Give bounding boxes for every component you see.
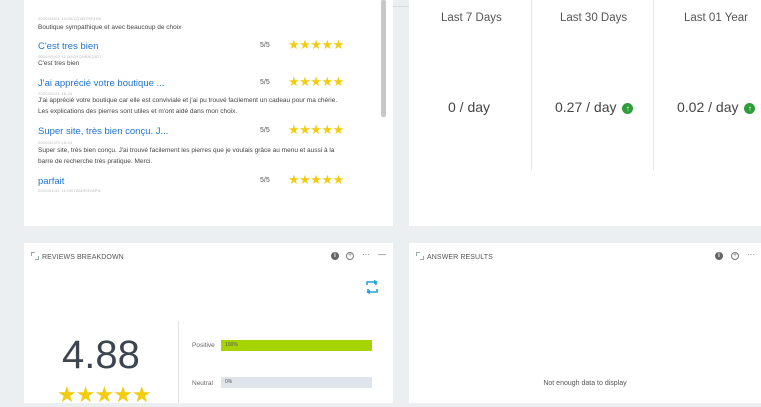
neutral-bar-track: 0% [221, 377, 372, 388]
review-id: 2020/02/20 16:24 [38, 140, 73, 145]
section-divider [178, 321, 179, 403]
review-stars: ★★★★★ [288, 172, 344, 187]
positive-percent: 100% [225, 342, 238, 348]
review-title[interactable]: J'ai apprécié votre boutique ... [38, 78, 164, 89]
stat-label-7-days: Last 7 Days [441, 12, 502, 24]
stat-value-1-year: 0.02 / day ↑ [677, 99, 756, 115]
column-divider [531, 0, 532, 170]
scrollbar-thumb[interactable] [381, 0, 386, 117]
stat-value-text: 0.27 / day [555, 99, 617, 115]
review-id: 2020/01/31 11:00/7Z6DR3V8PN [38, 188, 101, 193]
column-divider [653, 0, 654, 170]
trend-up-icon: ↑ [622, 103, 634, 114]
add-icon[interactable]: + [731, 252, 739, 260]
expand-icon[interactable] [31, 252, 39, 260]
widget-title: REVIEWS BREAKDOWN [42, 254, 124, 261]
review-score: 5/5 [260, 177, 270, 184]
neutral-label: Neutral [192, 380, 213, 387]
info-icon[interactable]: i [331, 252, 339, 260]
review-score: 5/5 [260, 79, 270, 86]
minimize-icon[interactable]: — [378, 250, 386, 259]
review-stars: ★★★★★ [288, 74, 344, 89]
review-text: C'est tres bien [38, 60, 80, 67]
review-text: Super site, très bien conçu. J'ai trouvé… [38, 147, 335, 165]
review-stars: ★★★★★ [288, 37, 344, 52]
average-score: 4.88 [62, 333, 140, 377]
review-text: Boutique sympathique et avec beaucoup de… [38, 24, 182, 31]
review-text: J'ai apprécié votre boutique car elle es… [38, 97, 338, 115]
widget-title: ANSWER RESULTS [427, 254, 493, 261]
review-title[interactable]: Super site, très bien conçu. J... [38, 126, 168, 137]
positive-bar-track: 100% [221, 340, 372, 351]
stat-value-text: 0.02 / day [677, 99, 739, 115]
positive-label: Positive [192, 342, 215, 349]
stat-value-30-days: 0.27 / day ↑ [555, 99, 634, 115]
reviews-breakdown-widget: REVIEWS BREAKDOWN i + ··· — 4.88 ★★★★★ P… [24, 243, 393, 406]
neutral-percent: 0% [225, 379, 233, 385]
stat-value-7-days: 0 / day [448, 99, 490, 115]
more-icon[interactable]: ··· [362, 250, 370, 259]
empty-state-message: Not enough data to display [543, 380, 627, 387]
review-rate-panel: Last 7 Days Last 30 Days Last 01 Year 0 … [409, 0, 761, 226]
review-title[interactable]: C'est tres bien [38, 41, 98, 52]
trend-up-icon: ↑ [744, 103, 756, 114]
stat-label-1-year: Last 01 Year [684, 12, 748, 24]
reviews-list-panel: 2020/04/01 10:00/2QXB7HF4D9 Boutique sym… [24, 0, 393, 226]
info-icon[interactable]: i [715, 252, 723, 260]
expand-icon[interactable] [416, 252, 424, 260]
stat-label-30-days: Last 30 Days [560, 12, 628, 24]
review-id: 2020/04/01 10:00/2QXB7HF4D9 [38, 16, 102, 21]
widget-header: ANSWER RESULTS [416, 252, 493, 261]
positive-bar-fill [221, 340, 372, 351]
review-stars: ★★★★★ [288, 122, 344, 137]
widget-header: REVIEWS BREAKDOWN [31, 252, 124, 261]
answer-results-widget: ANSWER RESULTS i + ··· Not enough data t… [409, 243, 761, 403]
more-icon[interactable]: ··· [747, 250, 755, 259]
add-icon[interactable]: + [346, 252, 354, 260]
review-score: 5/5 [260, 127, 270, 134]
stat-value-text: 0 / day [448, 99, 491, 115]
refresh-icon[interactable] [364, 279, 380, 295]
review-title[interactable]: parfait [38, 176, 64, 187]
review-score: 5/5 [260, 42, 270, 49]
